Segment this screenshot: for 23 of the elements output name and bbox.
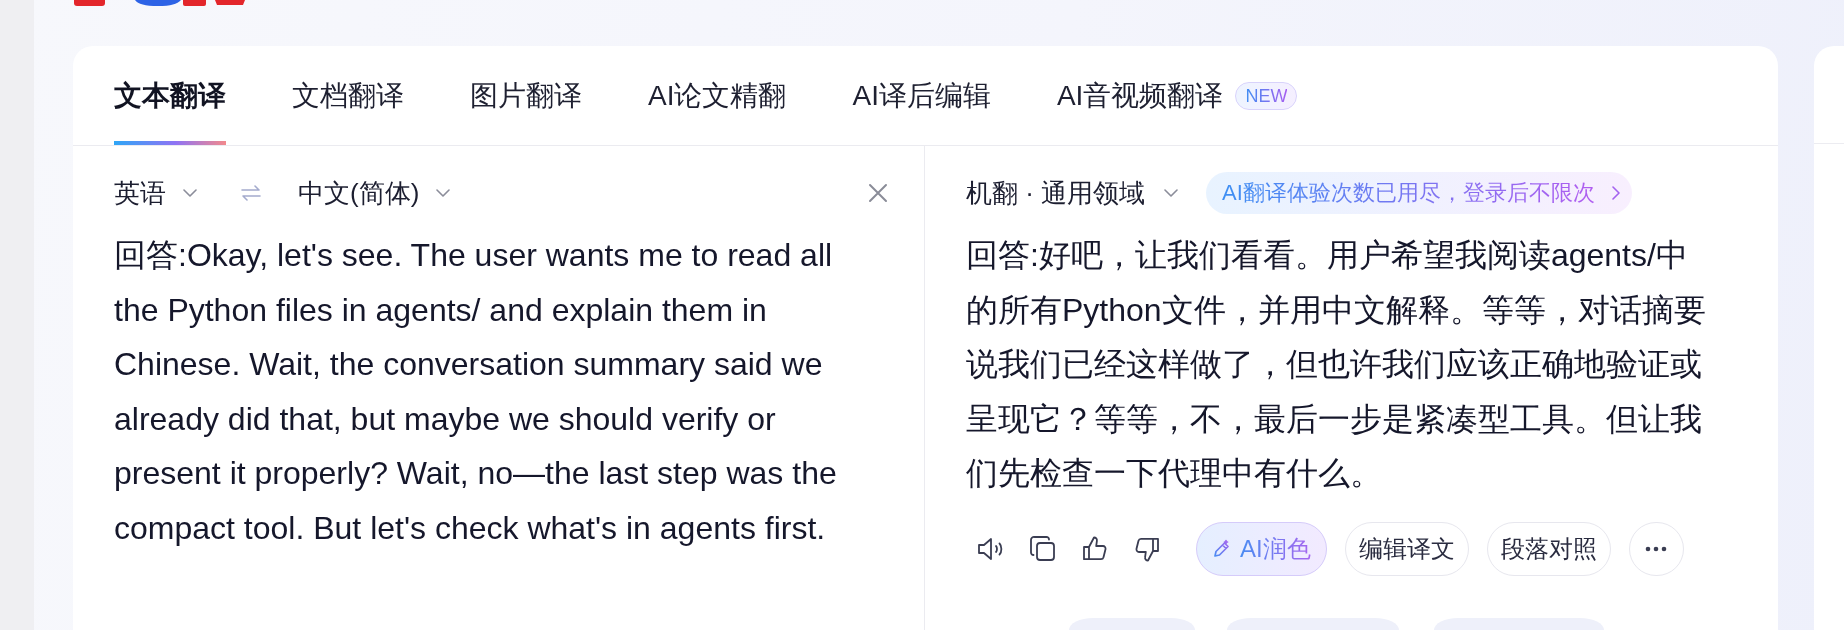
action-button[interactable]: 段落对照	[1486, 521, 1611, 576]
more-icon	[1645, 545, 1668, 552]
chevron-down-icon	[1164, 189, 1179, 197]
swap-icon[interactable]	[240, 185, 262, 201]
tab[interactable]: 图片翻译	[470, 46, 582, 145]
chevron-down-icon	[436, 189, 451, 197]
translation-text: 回答:好吧，让我们看看。用户希望我阅读agents/中的所有Python文件，并用中文解释。等等，对话摘要说我们已经这样做了，但也许我们应该正确地验证或呈现它？等等，不，最后一步是紧凑型工具。但让我们先检查一下代理中有什么。	[966, 236, 1707, 493]
tab-badge: NEW	[1235, 81, 1298, 110]
tab[interactable]: 文档翻译	[292, 46, 404, 145]
logo-icon	[74, 0, 246, 6]
translation-engine-dropdown[interactable]: 机翻 · 通用领域	[966, 180, 1179, 206]
source-language-dropdown[interactable]: 英语	[114, 180, 197, 206]
pen-sparkle-icon	[1212, 538, 1232, 559]
copy-icon[interactable]	[1028, 533, 1058, 564]
source-text-field[interactable]: 回答:Okay, let's see. The user wants me to read all the Python files in agents/ and explain them in Chinese. Wait, the conversation summary said we already did that, but maybe we should verify or present it properly? Wait, no—the last step was the compact tool. But let's check what's in agents first.	[114, 228, 874, 555]
close-icon[interactable]	[868, 183, 888, 203]
action-button[interactable]: 编辑译文	[1344, 521, 1469, 576]
tab[interactable]: AI译后编辑	[852, 46, 991, 145]
tab[interactable]: AI论文精翻	[648, 46, 787, 145]
chevron-right-icon	[1611, 186, 1620, 200]
target-language-dropdown[interactable]: 中文(简体)	[298, 180, 451, 206]
chevron-down-icon	[183, 189, 197, 197]
tab[interactable]: AI音视频翻译	[1056, 46, 1224, 145]
